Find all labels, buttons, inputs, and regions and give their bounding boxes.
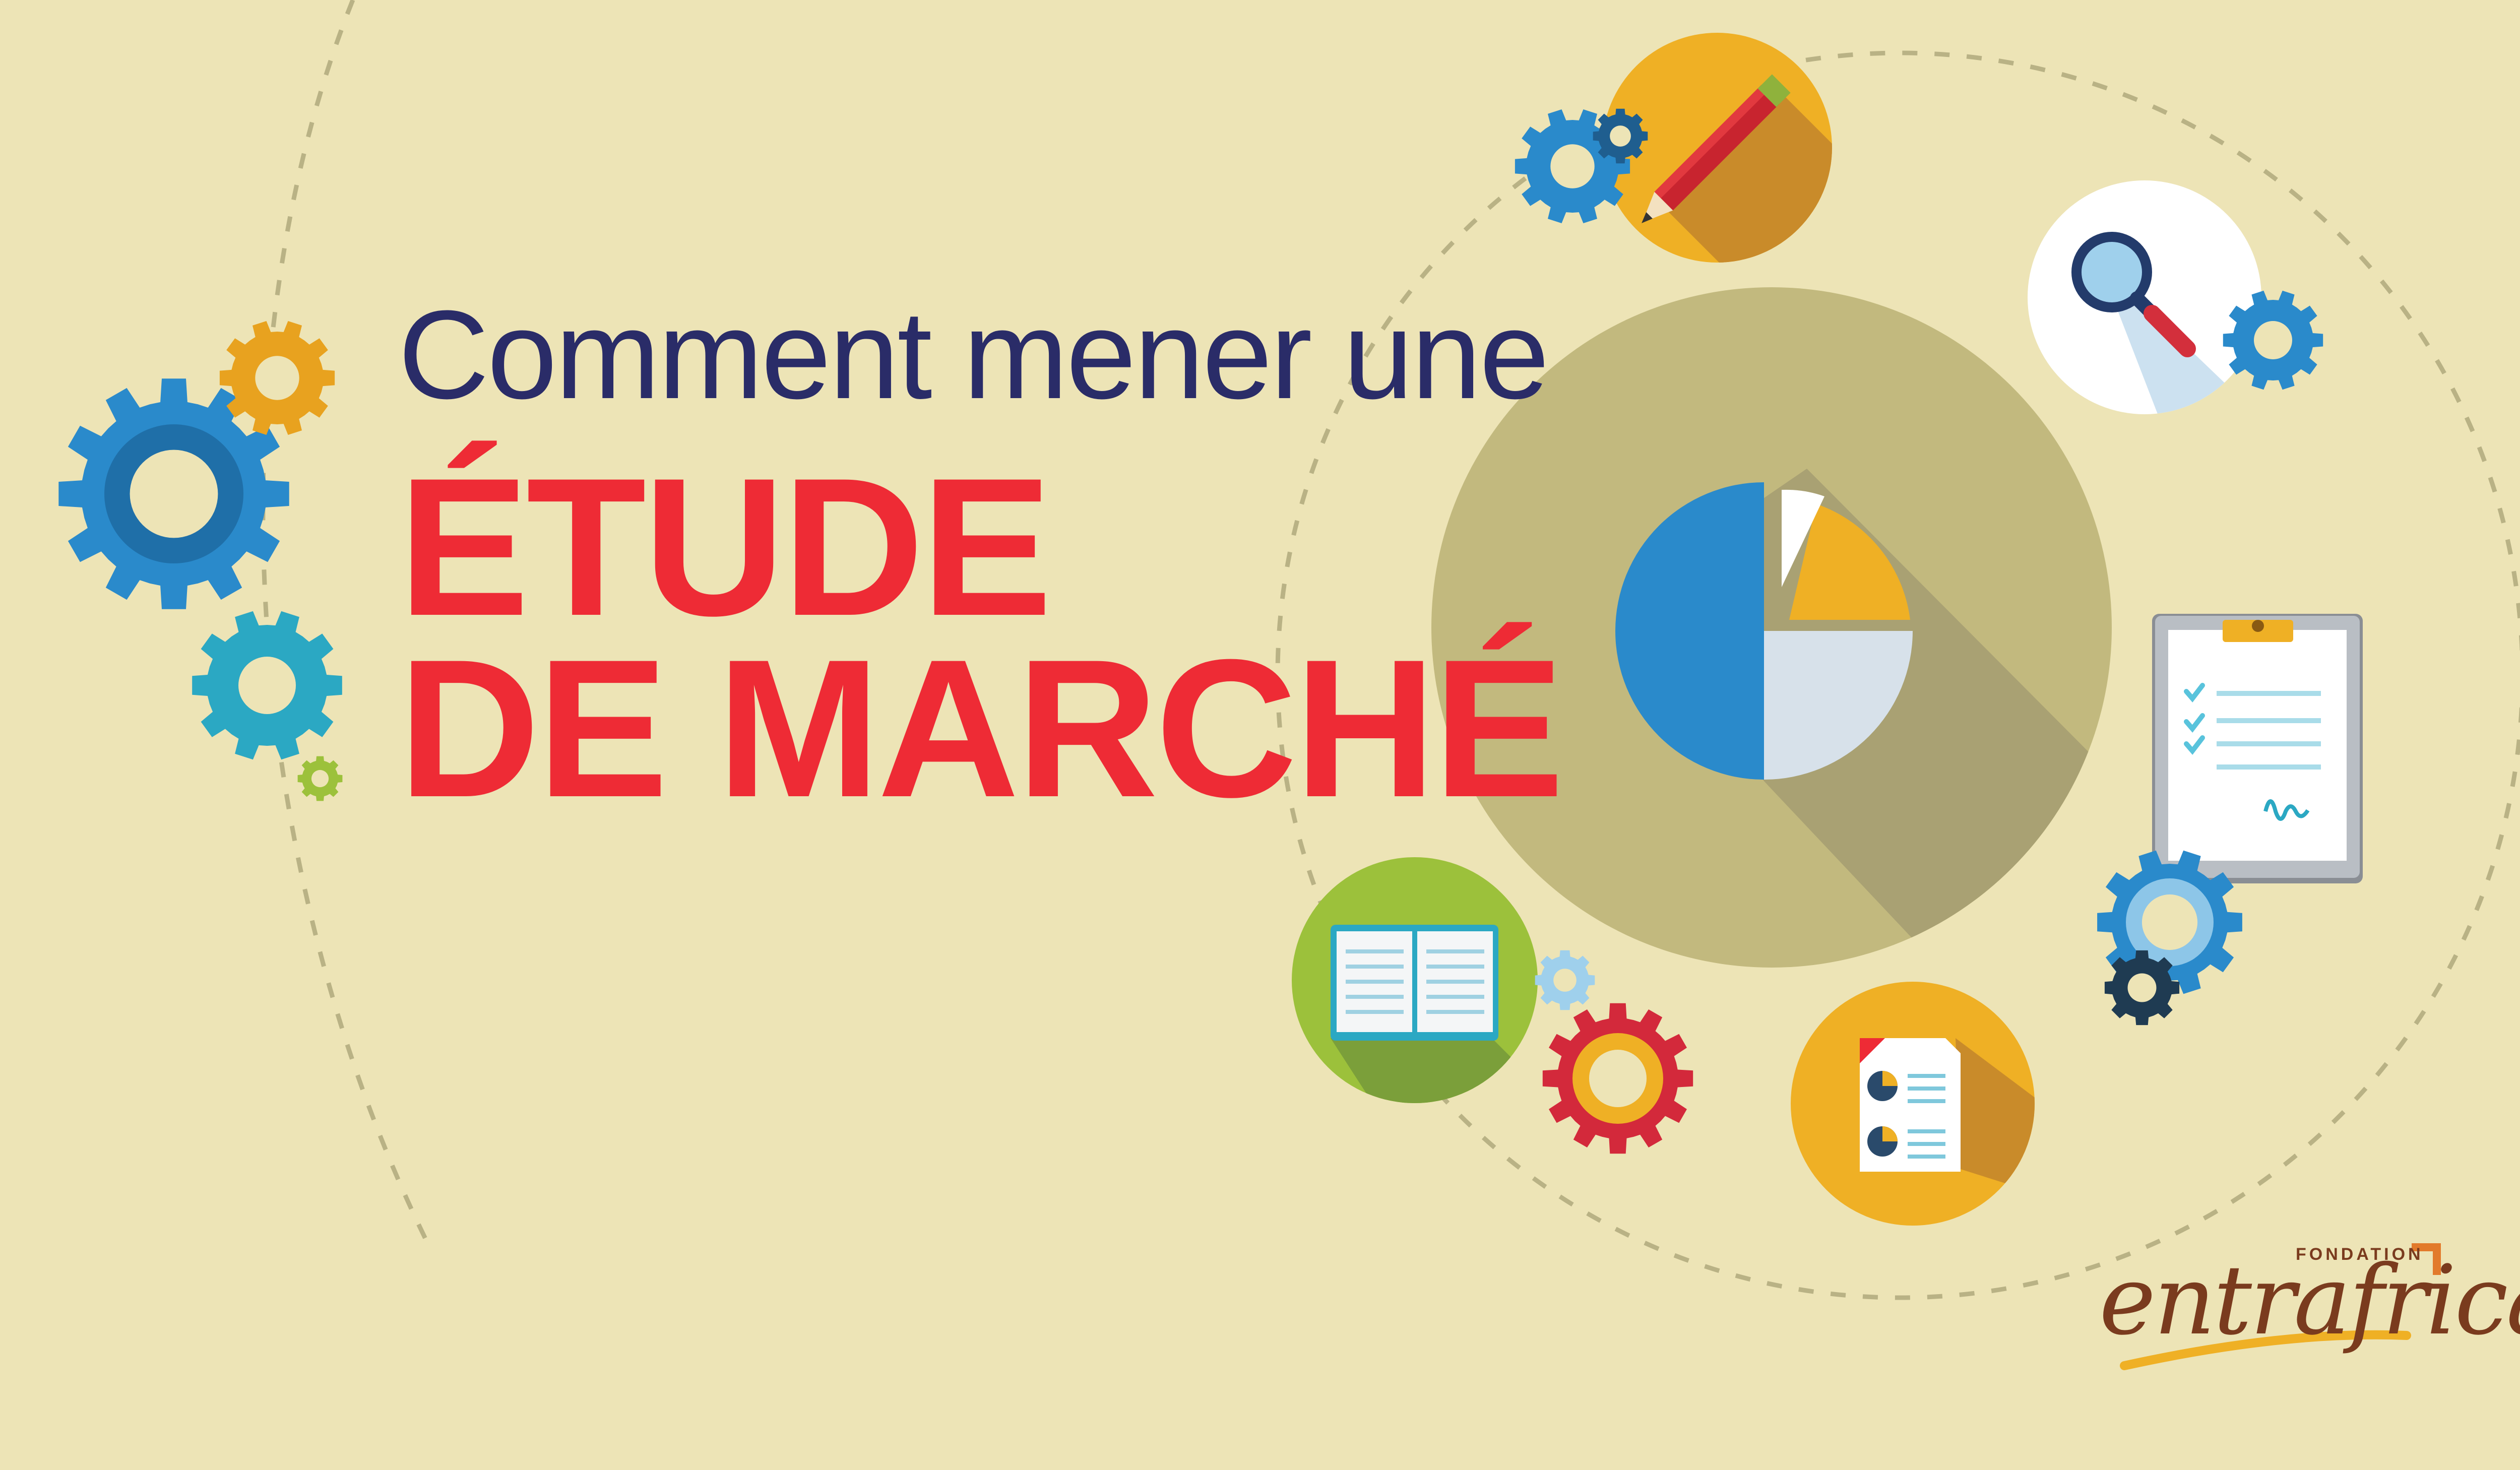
gear-icon (297, 756, 343, 801)
gear-icon (1593, 108, 1648, 164)
pencil-icon (1602, 33, 1832, 263)
banner: Comment mener une ÉTUDE DE MARCHÉ FONDAT… (0, 0, 2520, 1470)
headline-intro: Comment mener une (398, 284, 1549, 425)
gear-icon (192, 611, 342, 760)
clipboard-icon (2152, 614, 2363, 883)
gear-icon (2104, 950, 2180, 1026)
brand-wordmark: entrafrica (2099, 1245, 2520, 1356)
gear-icon (1542, 1003, 1693, 1154)
gear-icon (219, 321, 335, 435)
open-book-icon (1292, 857, 1538, 1103)
brand-logo: FONDATION entrafrica (2094, 1199, 2520, 1411)
headline-title-line2: DE MARCHÉ (398, 618, 1564, 838)
report-document-icon (1791, 982, 2035, 1226)
headline-title-line1: ÉTUDE (398, 437, 1052, 657)
gear-icon (1535, 950, 1595, 1010)
